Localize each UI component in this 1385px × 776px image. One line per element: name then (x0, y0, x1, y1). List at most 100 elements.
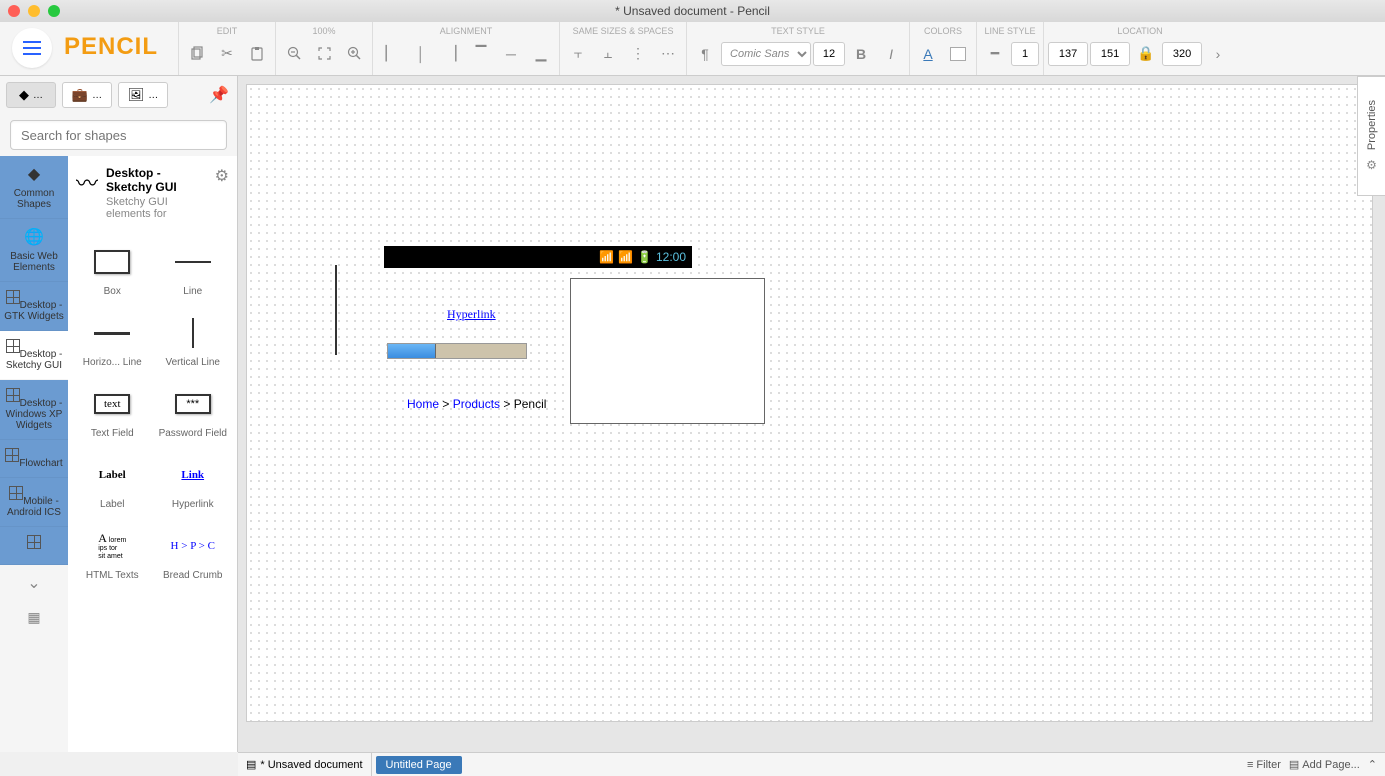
toolbar-group-location-label: LOCATION (1044, 22, 1236, 38)
distribute-v-button[interactable]: ⋯ (654, 40, 682, 68)
align-right-button[interactable]: ▕ (437, 40, 465, 68)
toolbar-group-linestyle-label: LINE STYLE (977, 22, 1043, 38)
collection-settings-button[interactable]: ⚙ (215, 166, 229, 220)
category-common-shapes[interactable]: ◆Common Shapes (0, 156, 68, 219)
clipart-tab[interactable]: 💼 … (62, 82, 112, 108)
canvas-shape-progress[interactable] (387, 343, 527, 359)
italic-button[interactable]: I (877, 40, 905, 68)
category-flowchart[interactable]: Flowchart (0, 440, 68, 478)
align-center-v-button[interactable]: ─ (497, 40, 525, 68)
shape-password-field[interactable]: *** Password Field (153, 376, 234, 447)
status-time: 12:00 (656, 250, 686, 264)
location-y-input[interactable] (1090, 42, 1130, 66)
minimize-window-button[interactable] (28, 5, 40, 17)
shape-vertical-line[interactable]: Vertical Line (153, 305, 234, 376)
line-weight-input[interactable] (1011, 42, 1039, 66)
shape-hyperlink[interactable]: Link Hyperlink (153, 447, 234, 518)
align-left-button[interactable]: ▏ (377, 40, 405, 68)
category-windows-xp[interactable]: Desktop - Windows XP Widgets (0, 380, 68, 440)
pin-panel-button[interactable]: 📌 (207, 83, 231, 107)
category-gtk[interactable]: Desktop - GTK Widgets (0, 282, 68, 331)
canvas-shape-pane[interactable] (570, 278, 765, 424)
canvas-shape-hyperlink[interactable]: Hyperlink (447, 307, 496, 322)
page-tab[interactable]: Untitled Page (376, 756, 462, 774)
document-icon: ▤ (246, 758, 256, 771)
text-format-button[interactable]: ¶ (691, 40, 719, 68)
shape-label[interactable]: Label Label (72, 447, 153, 518)
properties-icon: ⚙ (1366, 158, 1377, 172)
toolbar-group-edit-label: EDIT (179, 22, 275, 38)
toolbar-group-textstyle-label: TEXT STYLE (687, 22, 909, 38)
toolbar-group-zoom-label: 100% (276, 22, 372, 38)
collection-header: 〰 Desktop - Sketchy GUI Sketchy GUI elem… (68, 156, 237, 230)
paste-button[interactable] (243, 40, 271, 68)
add-page-icon: ▤ (1289, 758, 1299, 771)
close-window-button[interactable] (8, 5, 20, 17)
more-toolbar-button[interactable]: › (1204, 40, 1232, 68)
properties-panel-tab[interactable]: Properties ⚙ (1357, 76, 1385, 196)
toolbar-group-alignment-label: ALIGNMENT (373, 22, 559, 38)
copy-button[interactable] (183, 40, 211, 68)
font-size-input[interactable] (813, 42, 845, 66)
distribute-h-button[interactable]: ⋮ (624, 40, 652, 68)
toolbar-group-samesizes-label: SAME SIZES & SPACES (560, 22, 686, 38)
align-top-button[interactable]: ▔ (467, 40, 495, 68)
shape-line[interactable]: Line (153, 234, 234, 305)
pages-expand-button[interactable]: ⌃ (1368, 758, 1377, 771)
signal-icon: 📶 (618, 250, 633, 264)
bold-button[interactable]: B (847, 40, 875, 68)
category-basic-web[interactable]: 🌐Basic Web Elements (0, 219, 68, 282)
categories-grid-view[interactable]: ▦ (0, 601, 68, 634)
shape-horizontal-line[interactable]: Horizo... Line (72, 305, 153, 376)
canvas[interactable]: 📶 📶 🔋 12:00 Hyperlink Home > Products > … (247, 85, 1373, 722)
maximize-window-button[interactable] (48, 5, 60, 17)
canvas-shape-vline[interactable] (335, 265, 337, 355)
images-tab[interactable]: 🖼 … (118, 82, 168, 108)
shapes-tab[interactable]: ◆ … (6, 82, 56, 108)
line-style-button[interactable]: ━ (981, 40, 1009, 68)
shape-breadcrumb[interactable]: H > P > C Bread Crumb (153, 518, 234, 589)
text-color-button[interactable]: A (914, 40, 942, 68)
category-android-ics[interactable]: Mobile - Android ICS (0, 478, 68, 527)
shape-box[interactable]: Box (72, 234, 153, 305)
main-menu-button[interactable] (12, 28, 52, 68)
traffic-lights (8, 5, 60, 17)
location-x-input[interactable] (1048, 42, 1088, 66)
align-center-h-button[interactable]: │ (407, 40, 435, 68)
same-height-button[interactable]: ⫠ (594, 40, 622, 68)
fill-color-button[interactable] (944, 40, 972, 68)
battery-icon: 🔋 (637, 250, 652, 264)
shape-html-texts[interactable]: A loremips torsit amet HTML Texts (72, 518, 153, 589)
collection-desc: Sketchy GUI elements for (106, 196, 207, 220)
category-sketchy-gui[interactable]: Desktop - Sketchy GUI (0, 331, 68, 380)
zoom-fit-button[interactable] (310, 40, 338, 68)
lock-aspect-button[interactable]: 🔒 (1132, 40, 1160, 68)
window-titlebar: * Unsaved document - Pencil (0, 0, 1385, 22)
document-tab[interactable]: ▤ * Unsaved document (238, 753, 372, 776)
hamburger-icon (23, 47, 41, 49)
filter-icon: ≡ (1247, 759, 1253, 771)
collection-title: Desktop - Sketchy GUI (106, 166, 207, 194)
canvas-shape-statusbar[interactable]: 📶 📶 🔋 12:00 (384, 246, 692, 268)
same-width-button[interactable]: ⫟ (564, 40, 592, 68)
collection-icon: 〰 (76, 166, 98, 220)
categories-scroll-down[interactable]: ⌄ (0, 565, 68, 601)
zoom-in-button[interactable] (340, 40, 368, 68)
window-title: * Unsaved document - Pencil (615, 4, 770, 18)
search-shapes-input[interactable] (10, 120, 227, 150)
width-input[interactable] (1162, 42, 1202, 66)
cut-button[interactable]: ✂ (213, 40, 241, 68)
zoom-out-button[interactable] (280, 40, 308, 68)
font-family-select[interactable]: Comic Sans ... (721, 42, 811, 66)
canvas-shape-breadcrumb[interactable]: Home > Products > Pencil (407, 397, 546, 412)
app-logo: PENCIL (64, 33, 158, 61)
canvas-area: 📶 📶 🔋 12:00 Hyperlink Home > Products > … (238, 76, 1385, 752)
shape-text-field[interactable]: text Text Field (72, 376, 153, 447)
canvas-viewport[interactable]: 📶 📶 🔋 12:00 Hyperlink Home > Products > … (246, 84, 1373, 722)
shapes-panel: ◆ … 💼 … 🖼 … 📌 ◆Common Shapes 🌐Basic Web … (0, 76, 238, 752)
category-more-placeholder[interactable] (0, 527, 68, 565)
bottom-bar: ▤ * Unsaved document Untitled Page ≡Filt… (238, 752, 1385, 776)
filter-button[interactable]: ≡Filter (1247, 759, 1281, 771)
add-page-button[interactable]: ▤Add Page... (1289, 758, 1360, 771)
align-bottom-button[interactable]: ▁ (527, 40, 555, 68)
